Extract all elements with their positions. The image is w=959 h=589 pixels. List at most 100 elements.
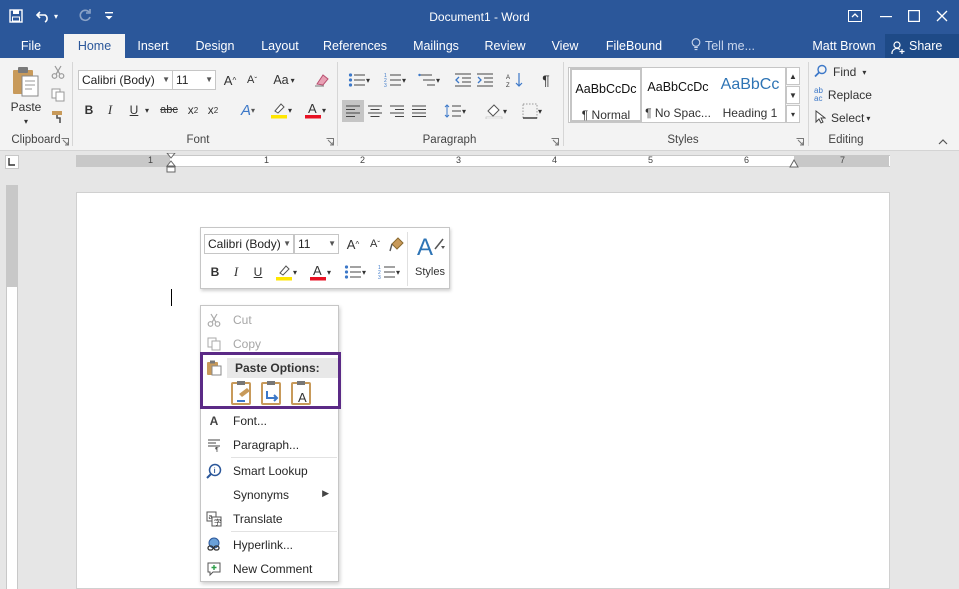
cut-icon[interactable] bbox=[50, 64, 66, 80]
clear-formatting-icon[interactable] bbox=[312, 70, 332, 90]
align-center-icon[interactable] bbox=[364, 100, 386, 122]
show-formatting-marks-icon[interactable]: ¶ bbox=[536, 70, 556, 90]
close-icon[interactable] bbox=[928, 4, 956, 28]
italic-icon[interactable]: I bbox=[102, 100, 118, 120]
menu-item-hyperlink[interactable]: Hyperlink... bbox=[201, 534, 338, 556]
paste-button[interactable]: Paste bbox=[4, 99, 48, 115]
font-launcher-icon[interactable] bbox=[325, 137, 335, 147]
document-page[interactable] bbox=[76, 192, 890, 589]
shading-icon[interactable]: ▾ bbox=[480, 100, 512, 122]
menu-item-smart-lookup[interactable]: i Smart Lookup bbox=[201, 460, 338, 482]
select-label: Select bbox=[831, 111, 865, 125]
clipboard-launcher-icon[interactable] bbox=[60, 137, 70, 147]
share-button[interactable]: Share bbox=[885, 34, 959, 58]
mini-format-painter-icon[interactable] bbox=[387, 234, 407, 254]
mini-shrink-font-icon[interactable]: Aˇ bbox=[365, 234, 385, 254]
menu-item-paragraph[interactable]: ¶ Paragraph... bbox=[201, 434, 338, 456]
mini-font-color-icon[interactable]: A ▾ bbox=[305, 262, 335, 282]
tell-me-box[interactable]: Tell me... bbox=[688, 34, 758, 58]
styles-scroll-down-icon[interactable]: ▼ bbox=[786, 86, 800, 104]
line-spacing-icon[interactable]: ▾ bbox=[440, 100, 470, 122]
tab-design[interactable]: Design bbox=[191, 34, 239, 58]
mini-underline-icon[interactable]: U bbox=[249, 262, 267, 282]
sort-icon[interactable]: AZ bbox=[504, 70, 526, 90]
numbering-icon[interactable]: 1 2 3 ▾ bbox=[378, 70, 412, 90]
shrink-font-icon[interactable]: Aˇ bbox=[242, 70, 262, 90]
tab-selector-icon[interactable] bbox=[5, 155, 19, 169]
mini-highlight-color-icon[interactable]: ▾ bbox=[271, 262, 301, 282]
borders-icon[interactable]: ▾ bbox=[516, 100, 548, 122]
strikethrough-icon[interactable]: abc bbox=[158, 100, 180, 120]
tab-home[interactable]: Home bbox=[64, 34, 125, 58]
menu-item-synonyms[interactable]: Synonyms ▶ bbox=[201, 484, 338, 506]
styles-scroll-up-icon[interactable]: ▲ bbox=[786, 67, 800, 85]
indent-marker-icon[interactable] bbox=[165, 152, 177, 173]
svg-text:字: 字 bbox=[214, 518, 221, 527]
underline-dropdown-icon[interactable]: ▾ bbox=[142, 100, 152, 120]
multilevel-list-icon[interactable]: ▾ bbox=[414, 70, 444, 90]
style-no-spacing[interactable]: AaBbCcDc ¶ No Spac... bbox=[642, 68, 714, 122]
svg-text:A: A bbox=[308, 101, 317, 116]
maximize-icon[interactable] bbox=[900, 4, 928, 28]
font-color-icon[interactable]: A ▾ bbox=[300, 100, 330, 120]
ribbon-display-options-icon[interactable] bbox=[841, 4, 869, 28]
mini-font-size-combo[interactable]: 11 ▼ bbox=[294, 234, 339, 254]
tab-filebound[interactable]: FileBound bbox=[600, 34, 668, 58]
menu-item-font[interactable]: A Font... bbox=[201, 410, 338, 432]
menu-item-cut[interactable]: Cut bbox=[201, 309, 338, 331]
style-heading-1[interactable]: AaBbCc Heading 1 bbox=[714, 68, 786, 122]
bold-icon[interactable]: B bbox=[80, 100, 98, 120]
subscript-icon[interactable]: x2 bbox=[184, 100, 202, 120]
paste-dropdown-icon[interactable]: ▾ bbox=[18, 116, 34, 126]
decrease-indent-icon[interactable] bbox=[452, 70, 474, 90]
ruler-number: 5 bbox=[648, 155, 654, 165]
user-name[interactable]: Matt Brown bbox=[806, 34, 882, 58]
mini-font-name-combo[interactable]: Calibri (Body) ▼ bbox=[204, 234, 294, 254]
mini-numbering-icon[interactable]: 1 2 3 ▾ bbox=[373, 262, 405, 282]
menu-item-translate[interactable]: a字 Translate bbox=[201, 508, 338, 530]
tab-insert[interactable]: Insert bbox=[132, 34, 174, 58]
tab-view[interactable]: View bbox=[546, 34, 584, 58]
replace-button[interactable]: ab ac Replace bbox=[814, 86, 880, 104]
paragraph-launcher-icon[interactable] bbox=[550, 137, 560, 147]
paste-icon[interactable] bbox=[8, 64, 44, 98]
font-name-combo[interactable]: Calibri (Body) ▼ bbox=[78, 70, 173, 90]
copy-icon[interactable] bbox=[50, 87, 66, 103]
justify-icon[interactable] bbox=[408, 100, 430, 122]
grow-font-icon[interactable]: A ^ bbox=[220, 70, 240, 90]
menu-item-label: Synonyms bbox=[233, 488, 290, 502]
right-indent-marker-icon[interactable] bbox=[789, 158, 799, 168]
mini-grow-font-icon[interactable]: A ^ bbox=[343, 234, 363, 254]
tab-layout[interactable]: Layout bbox=[255, 34, 305, 58]
superscript-icon[interactable]: x2 bbox=[204, 100, 222, 120]
bullets-icon[interactable]: ▾ bbox=[342, 70, 376, 90]
align-right-icon[interactable] bbox=[386, 100, 408, 122]
font-size-combo[interactable]: 11 ▼ bbox=[172, 70, 216, 90]
minimize-icon[interactable] bbox=[872, 4, 900, 28]
styles-more-icon[interactable]: ▾ bbox=[786, 105, 800, 123]
vertical-ruler[interactable] bbox=[6, 185, 18, 589]
mini-bullets-icon[interactable]: ▾ bbox=[339, 262, 371, 282]
underline-icon[interactable]: U bbox=[124, 100, 144, 120]
tab-references[interactable]: References bbox=[320, 34, 390, 58]
tab-review[interactable]: Review bbox=[481, 34, 529, 58]
change-case-icon[interactable]: Aa ▾ bbox=[268, 70, 300, 90]
select-button[interactable]: Select ▾ bbox=[814, 109, 880, 127]
text-effects-icon[interactable]: A ▾ bbox=[234, 100, 262, 120]
tab-file[interactable]: File bbox=[12, 34, 50, 58]
mini-italic-icon[interactable]: I bbox=[228, 262, 244, 282]
find-button[interactable]: Find ▾ bbox=[814, 63, 880, 81]
align-left-icon[interactable] bbox=[342, 100, 364, 122]
replace-label: Replace bbox=[827, 88, 872, 102]
collapse-ribbon-icon[interactable] bbox=[936, 136, 950, 148]
horizontal-ruler[interactable]: 1 1 2 3 4 5 6 7 bbox=[76, 155, 890, 167]
tab-mailings[interactable]: Mailings bbox=[406, 34, 466, 58]
mini-bold-icon[interactable]: B bbox=[206, 262, 224, 282]
increase-indent-icon[interactable] bbox=[474, 70, 496, 90]
format-painter-icon[interactable] bbox=[50, 109, 66, 125]
highlight-color-icon[interactable]: ▾ bbox=[266, 100, 296, 120]
style-normal[interactable]: AaBbCcDc ¶ Normal bbox=[570, 68, 642, 122]
mini-styles-icon[interactable]: A bbox=[413, 232, 447, 260]
styles-launcher-icon[interactable] bbox=[795, 137, 805, 147]
menu-item-new-comment[interactable]: New Comment bbox=[201, 558, 338, 580]
